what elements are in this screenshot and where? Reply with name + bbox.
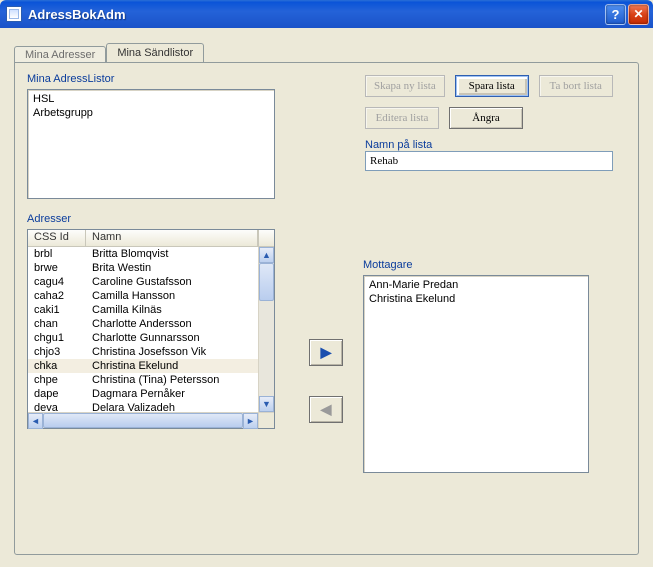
table-header: CSS Id Namn [28, 230, 274, 247]
table-row[interactable]: chgu1Charlotte Gunnarsson [28, 331, 258, 345]
window-title: AdressBokAdm [28, 7, 603, 22]
adresser-table[interactable]: CSS Id Namn brblBritta Blomqvist brweBri… [27, 229, 275, 429]
list-item[interactable]: Ann-Marie Predan [367, 278, 585, 292]
table-row[interactable]: caki1Camilla Kilnäs [28, 303, 258, 317]
left-column: Mina AdressListor HSL Arbetsgrupp Adress… [27, 73, 275, 429]
arrow-right-icon: ▶ [321, 344, 332, 361]
vertical-scrollbar[interactable]: ▲ ▼ [258, 247, 274, 412]
tab-mina-sandlistor[interactable]: Mina Sändlistor [106, 43, 204, 63]
list-item[interactable]: Christina Ekelund [367, 292, 585, 306]
table-row[interactable]: chpeChristina (Tina) Petersson [28, 373, 258, 387]
transfer-buttons: ▶ ◀ [309, 339, 343, 423]
label-adresser: Adresser [27, 213, 275, 225]
app-icon [6, 6, 22, 22]
action-buttons: Skapa ny lista Spara lista Ta bort lista… [365, 75, 613, 171]
title-bar: AdressBokAdm ? ✕ [0, 0, 653, 28]
label-namn-pa-lista: Namn på lista [365, 139, 613, 151]
remove-recipient-button[interactable]: ◀ [309, 396, 343, 423]
tab-strip: Mina Adresser Mina Sändlistor [14, 40, 639, 62]
list-item[interactable]: Arbetsgrupp [31, 106, 271, 120]
add-recipient-button[interactable]: ▶ [309, 339, 343, 366]
scroll-thumb[interactable] [259, 263, 274, 301]
editera-lista-button: Editera lista [365, 107, 439, 129]
tab-panel: Mina AdressListor HSL Arbetsgrupp Adress… [14, 62, 639, 555]
spara-lista-button[interactable]: Spara lista [455, 75, 529, 97]
help-button[interactable]: ? [605, 4, 626, 25]
header-scroll-spacer [258, 230, 274, 246]
angra-button[interactable]: Ångra [449, 107, 523, 129]
label-mina-adresslistor: Mina AdressListor [27, 73, 275, 85]
ta-bort-lista-button: Ta bort lista [539, 75, 613, 97]
table-row[interactable]: chjo3Christina Josefsson Vik [28, 345, 258, 359]
table-row[interactable]: chkaChristina Ekelund [28, 359, 258, 373]
horizontal-scrollbar[interactable]: ◄ ► [28, 412, 274, 428]
close-button[interactable]: ✕ [628, 4, 649, 25]
mottagare-listbox[interactable]: Ann-Marie Predan Christina Ekelund [363, 275, 589, 473]
scroll-left-icon[interactable]: ◄ [28, 413, 43, 429]
client-area: Mina Adresser Mina Sändlistor Mina Adres… [0, 28, 653, 567]
table-row[interactable]: brblBritta Blomqvist [28, 247, 258, 261]
mottagare-section: Mottagare Ann-Marie Predan Christina Eke… [363, 259, 589, 473]
table-row[interactable]: devaDelara Valizadeh [28, 401, 258, 412]
adresslistor-listbox[interactable]: HSL Arbetsgrupp [27, 89, 275, 199]
table-row[interactable]: cagu4Caroline Gustafsson [28, 275, 258, 289]
table-body: brblBritta Blomqvist brweBrita Westin ca… [28, 247, 258, 412]
table-row[interactable]: brweBrita Westin [28, 261, 258, 275]
header-cssid[interactable]: CSS Id [28, 230, 86, 246]
arrow-left-icon: ◀ [321, 401, 332, 418]
table-row[interactable]: caha2Camilla Hansson [28, 289, 258, 303]
scroll-right-icon[interactable]: ► [243, 413, 258, 429]
list-item[interactable]: HSL [31, 92, 271, 106]
scroll-thumb[interactable] [43, 413, 243, 428]
header-namn[interactable]: Namn [86, 230, 258, 246]
skapa-ny-lista-button: Skapa ny lista [365, 75, 445, 97]
list-name-input[interactable] [365, 151, 613, 171]
scroll-up-icon[interactable]: ▲ [259, 247, 274, 263]
label-mottagare: Mottagare [363, 259, 589, 271]
table-row[interactable]: dapeDagmara Pernåker [28, 387, 258, 401]
scroll-corner [258, 413, 274, 428]
table-row[interactable]: chanCharlotte Andersson [28, 317, 258, 331]
scroll-down-icon[interactable]: ▼ [259, 396, 274, 412]
